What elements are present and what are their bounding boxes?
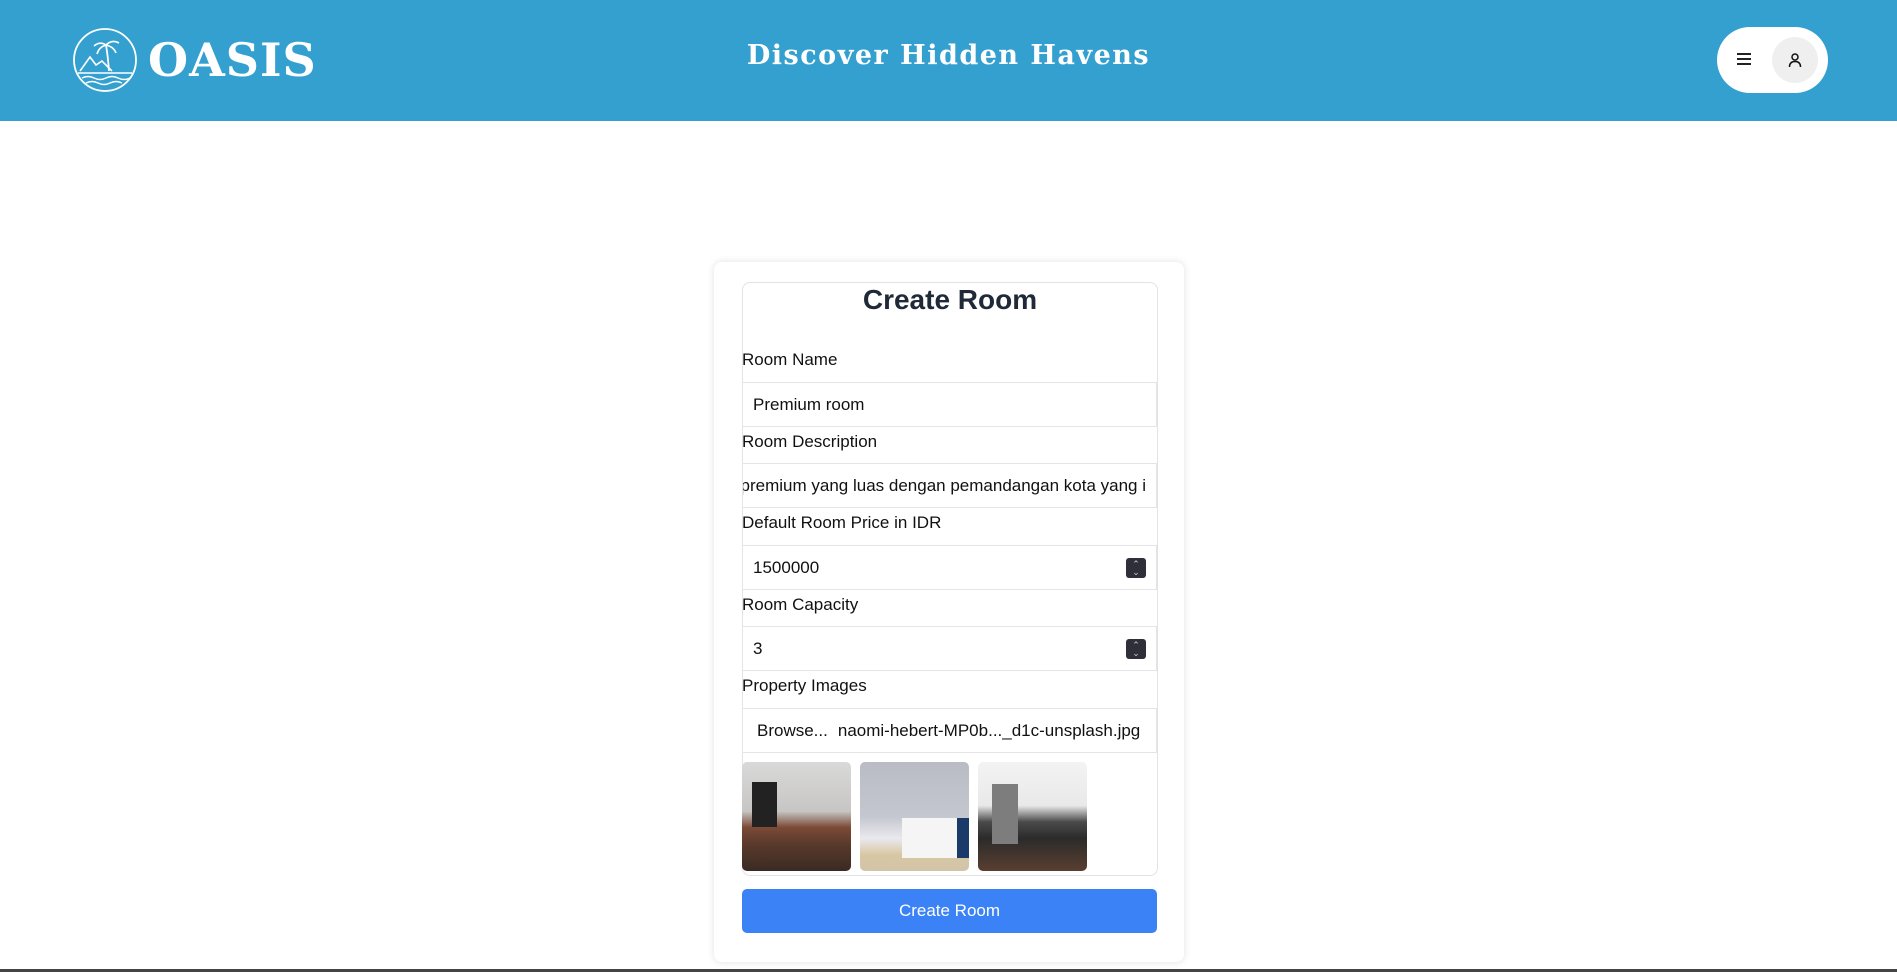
image-preview xyxy=(860,762,969,871)
avatar xyxy=(1772,37,1818,83)
image-preview xyxy=(978,762,1087,871)
user-menu-button[interactable] xyxy=(1717,27,1828,93)
selected-file-name: naomi-hebert-MP0b..._d1c-unsplash.jpg xyxy=(837,720,1141,740)
capacity-label: Room Capacity xyxy=(742,595,859,614)
create-room-button[interactable]: Create Room xyxy=(742,889,1157,933)
price-input[interactable]: 1500000 ⌃ ⌄ xyxy=(742,545,1157,590)
user-icon xyxy=(1788,53,1802,68)
room-description-label: Room Description xyxy=(742,432,878,451)
room-name-value: Premium room xyxy=(753,394,865,414)
hamburger-icon xyxy=(1737,53,1751,65)
room-description-value: premium yang luas dengan pemandangan kot… xyxy=(742,475,1146,495)
price-value: 1500000 xyxy=(753,557,820,577)
image-preview xyxy=(742,762,851,871)
form-title: Create Room xyxy=(862,284,1038,315)
room-name-input[interactable]: Premium room xyxy=(742,382,1157,427)
capacity-value: 3 xyxy=(753,638,763,658)
price-label: Default Room Price in IDR xyxy=(742,513,942,532)
room-description-input[interactable]: premium yang luas dengan pemandangan kot… xyxy=(742,463,1157,508)
image-previews xyxy=(742,762,1096,871)
capacity-input[interactable]: 3 ⌃ ⌄ xyxy=(742,626,1157,671)
page-tagline: Discover Hidden Havens xyxy=(746,40,1151,71)
images-label: Property Images xyxy=(742,676,867,695)
price-stepper-icon[interactable]: ⌃ ⌄ xyxy=(1126,558,1146,578)
top-header: OASIS Discover Hidden Havens xyxy=(0,0,1897,121)
capacity-stepper-icon[interactable]: ⌃ ⌄ xyxy=(1126,639,1146,659)
browse-button[interactable]: Browse... xyxy=(757,721,828,741)
room-name-label: Room Name xyxy=(742,350,838,369)
images-file-input[interactable]: Browse... naomi-hebert-MP0b..._d1c-unspl… xyxy=(742,708,1157,753)
